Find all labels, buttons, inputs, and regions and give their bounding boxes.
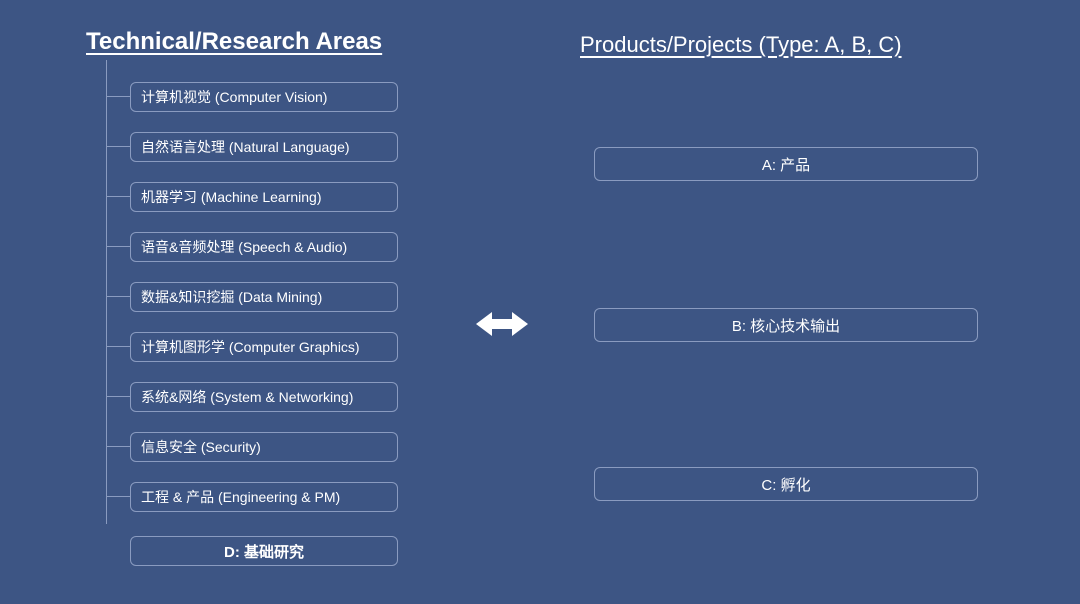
d-box-basic-research: D: 基础研究 [130, 536, 398, 566]
tree-box-security: 信息安全 (Security) [130, 432, 398, 462]
tree-connector [106, 446, 130, 447]
tree-box-data-mining: 数据&知识挖掘 (Data Mining) [130, 282, 398, 312]
tree-connector [106, 496, 130, 497]
tree-connector [106, 96, 130, 97]
tree-box-natural-language: 自然语言处理 (Natural Language) [130, 132, 398, 162]
right-header: Products/Projects (Type: A, B, C) [580, 32, 902, 58]
right-box-a-products: A: 产品 [594, 147, 978, 181]
tree-box-machine-learning: 机器学习 (Machine Learning) [130, 182, 398, 212]
tree-connector [106, 296, 130, 297]
right-box-c-incubation: C: 孵化 [594, 467, 978, 501]
tree-trunk-line [106, 60, 107, 524]
tree-connector [106, 246, 130, 247]
left-header: Technical/Research Areas [86, 28, 382, 56]
double-arrow-icon [476, 302, 528, 346]
tree-connector [106, 146, 130, 147]
tree-box-speech-audio: 语音&音频处理 (Speech & Audio) [130, 232, 398, 262]
right-box-b-core-tech: B: 核心技术输出 [594, 308, 978, 342]
tree-connector [106, 346, 130, 347]
tree-box-computer-graphics: 计算机图形学 (Computer Graphics) [130, 332, 398, 362]
tree-connector [106, 196, 130, 197]
tree-box-computer-vision: 计算机视觉 (Computer Vision) [130, 82, 398, 112]
tree-connector [106, 396, 130, 397]
tree-box-engineering-pm: 工程 & 产品 (Engineering & PM) [130, 482, 398, 512]
tree-box-system-networking: 系统&网络 (System & Networking) [130, 382, 398, 412]
